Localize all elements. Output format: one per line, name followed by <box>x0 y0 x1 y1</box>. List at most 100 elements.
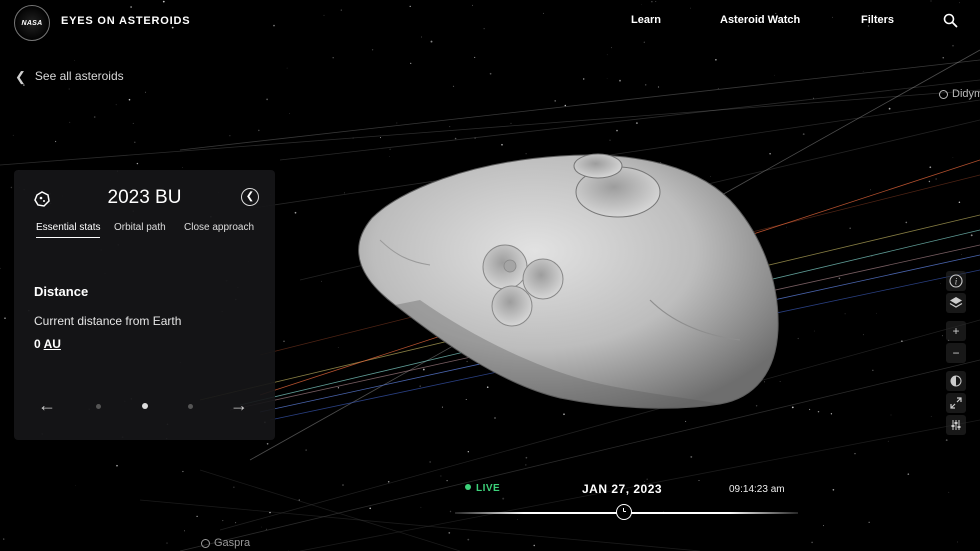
star <box>23 84 25 86</box>
star <box>266 98 268 101</box>
settings-sliders-icon[interactable] <box>946 415 966 435</box>
star <box>830 413 833 415</box>
star <box>501 143 503 146</box>
asteroid-2023-bu[interactable] <box>358 153 779 409</box>
star <box>305 449 307 451</box>
star <box>606 78 608 79</box>
back-link-label: See all asteroids <box>34 69 124 83</box>
star <box>870 189 871 191</box>
time-controls: LIVE JAN 27, 2023 09:14:23 am <box>455 475 800 525</box>
star <box>429 461 431 463</box>
top-navigation-bar: NASA EYES ON ASTEROIDS Learn Asteroid Wa… <box>0 0 980 44</box>
star <box>525 464 527 466</box>
next-stat-button[interactable]: → <box>230 396 248 414</box>
star <box>685 420 687 422</box>
star <box>862 334 864 336</box>
star <box>940 283 941 284</box>
previous-stat-button[interactable]: ← <box>38 396 56 414</box>
star <box>68 88 70 90</box>
star <box>609 139 611 141</box>
pager-dot-3[interactable] <box>188 404 193 409</box>
star <box>791 406 794 409</box>
star <box>166 542 168 544</box>
nasa-logo[interactable]: NASA <box>14 5 50 41</box>
distance-value: 0 <box>34 337 41 351</box>
star <box>774 74 776 76</box>
pager-dot-1[interactable] <box>96 404 101 409</box>
star <box>510 122 512 124</box>
nav-asteroid-watch[interactable]: Asteroid Watch <box>720 14 800 26</box>
view-tools: i + − <box>946 271 966 437</box>
current-time[interactable]: 09:14:23 am <box>729 484 785 495</box>
star <box>235 522 237 524</box>
tab-close-approach[interactable]: Close approach <box>184 222 254 237</box>
star <box>288 549 289 551</box>
star <box>525 153 527 155</box>
star <box>454 137 457 140</box>
star <box>635 122 638 125</box>
distance-unit-link[interactable]: AU <box>44 337 61 351</box>
label-didymos[interactable]: Didym <box>939 88 980 100</box>
zoom-in-icon[interactable]: + <box>946 321 966 341</box>
live-button[interactable]: LIVE <box>465 483 500 494</box>
star <box>887 440 889 442</box>
live-label: LIVE <box>476 483 501 494</box>
asteroid-info-panel: 2023 BU ❮ Essential stats Orbital path C… <box>14 170 275 440</box>
star <box>75 485 76 486</box>
pager-dot-2[interactable] <box>142 403 148 409</box>
lighting-icon[interactable] <box>946 371 966 391</box>
star <box>489 72 492 75</box>
star <box>872 369 874 371</box>
star <box>261 526 262 528</box>
star <box>474 56 476 58</box>
star <box>606 54 608 56</box>
star <box>12 134 14 136</box>
star <box>379 137 381 139</box>
zoom-out-icon[interactable]: − <box>946 343 966 363</box>
stat-label: Current distance from Earth <box>34 314 182 328</box>
star <box>715 59 717 61</box>
app-title[interactable]: EYES ON ASTEROIDS <box>61 15 190 27</box>
star <box>465 399 467 400</box>
nav-learn[interactable]: Learn <box>631 14 661 26</box>
asteroid-marker-icon <box>201 538 210 548</box>
tab-orbital-path[interactable]: Orbital path <box>114 222 166 237</box>
fullscreen-icon[interactable] <box>946 393 966 413</box>
star <box>116 464 118 467</box>
star <box>582 78 585 80</box>
star <box>134 141 136 144</box>
label-gaspra[interactable]: Gaspra <box>201 537 250 549</box>
star <box>0 267 1 269</box>
star <box>294 211 297 214</box>
search-icon[interactable] <box>943 13 958 28</box>
stat-value: 0 AU <box>34 337 61 351</box>
live-indicator-icon <box>465 484 471 490</box>
star <box>844 313 846 315</box>
layers-icon[interactable] <box>946 293 966 313</box>
star <box>115 104 117 106</box>
star <box>258 129 260 132</box>
star <box>862 70 864 72</box>
collapse-panel-button[interactable]: ❮ <box>241 188 259 206</box>
star <box>849 227 851 229</box>
star <box>494 417 496 419</box>
star <box>802 133 805 136</box>
nav-filters[interactable]: Filters <box>861 14 894 26</box>
see-all-asteroids-link[interactable]: ❮ See all asteroids <box>15 69 124 83</box>
star <box>387 481 390 483</box>
star <box>786 226 787 228</box>
time-slider-handle[interactable] <box>616 504 632 520</box>
star <box>452 85 455 87</box>
star <box>888 107 891 110</box>
star <box>717 87 719 89</box>
tab-essential-stats[interactable]: Essential stats <box>36 222 101 238</box>
star <box>4 317 6 319</box>
didymos-label-text: Didym <box>952 88 980 100</box>
star <box>957 541 958 543</box>
info-icon[interactable]: i <box>946 271 966 291</box>
star <box>958 201 961 204</box>
star <box>337 347 339 348</box>
star <box>128 98 131 101</box>
current-date[interactable]: JAN 27, 2023 <box>582 482 662 496</box>
asteroid-marker-icon <box>939 89 948 99</box>
